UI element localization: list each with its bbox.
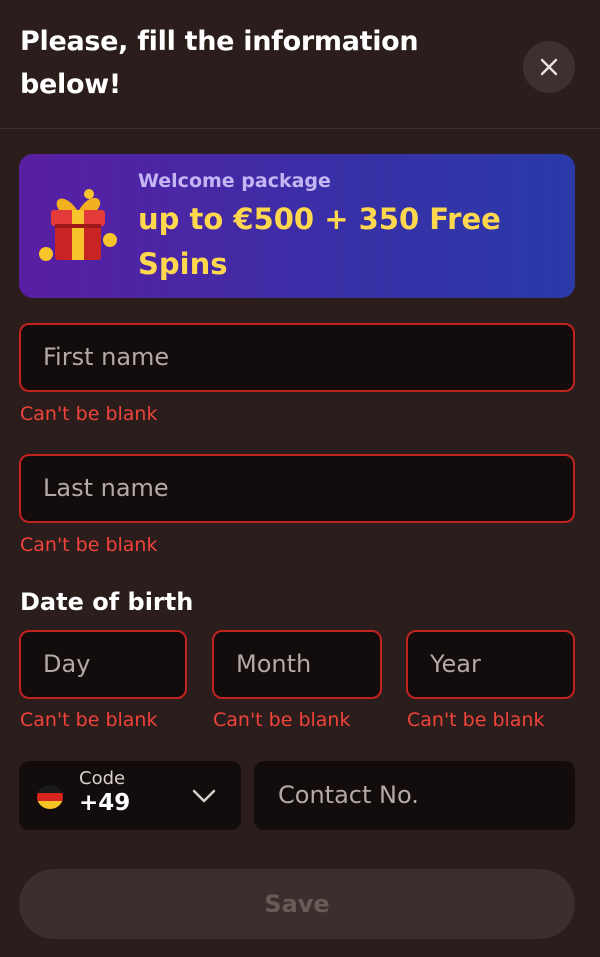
year-error: Can't be blank xyxy=(407,709,545,731)
first-name-placeholder: First name xyxy=(43,343,170,371)
year-input[interactable]: Year xyxy=(406,630,575,699)
first-name-error: Can't be blank xyxy=(20,403,158,425)
save-button[interactable]: Save xyxy=(19,869,575,939)
germany-flag-icon xyxy=(37,785,63,809)
page-title: Please, fill the information below! xyxy=(20,26,419,100)
month-placeholder: Month xyxy=(236,650,312,678)
country-code-select[interactable]: Code +49 xyxy=(19,761,241,830)
day-input[interactable]: Day xyxy=(19,630,187,699)
month-error: Can't be blank xyxy=(213,709,351,731)
year-placeholder: Year xyxy=(430,650,481,678)
promo-subtitle: Welcome package xyxy=(138,170,331,192)
contact-number-input[interactable]: Contact No. xyxy=(254,761,575,830)
close-icon xyxy=(540,58,558,76)
last-name-placeholder: Last name xyxy=(43,474,169,502)
first-name-input[interactable]: First name xyxy=(19,323,575,392)
gift-box-icon xyxy=(39,189,117,261)
close-button[interactable] xyxy=(523,41,575,93)
last-name-error: Can't be blank xyxy=(20,534,158,556)
welcome-package-banner: Welcome package up to €500 + 350 Free Sp… xyxy=(19,154,575,298)
last-name-input[interactable]: Last name xyxy=(19,454,575,523)
modal-header: Please, fill the information below! xyxy=(0,0,600,129)
day-error: Can't be blank xyxy=(20,709,158,731)
promo-headline: up to €500 + 350 Free Spins xyxy=(138,202,501,281)
day-placeholder: Day xyxy=(43,650,91,678)
contact-placeholder: Contact No. xyxy=(278,781,419,809)
code-value: +49 xyxy=(79,790,131,816)
code-label: Code xyxy=(79,768,126,789)
registration-modal: Please, fill the information below! Welc… xyxy=(0,0,600,957)
month-input[interactable]: Month xyxy=(212,630,382,699)
chevron-down-icon xyxy=(192,789,216,803)
date-of-birth-label: Date of birth xyxy=(20,588,194,616)
